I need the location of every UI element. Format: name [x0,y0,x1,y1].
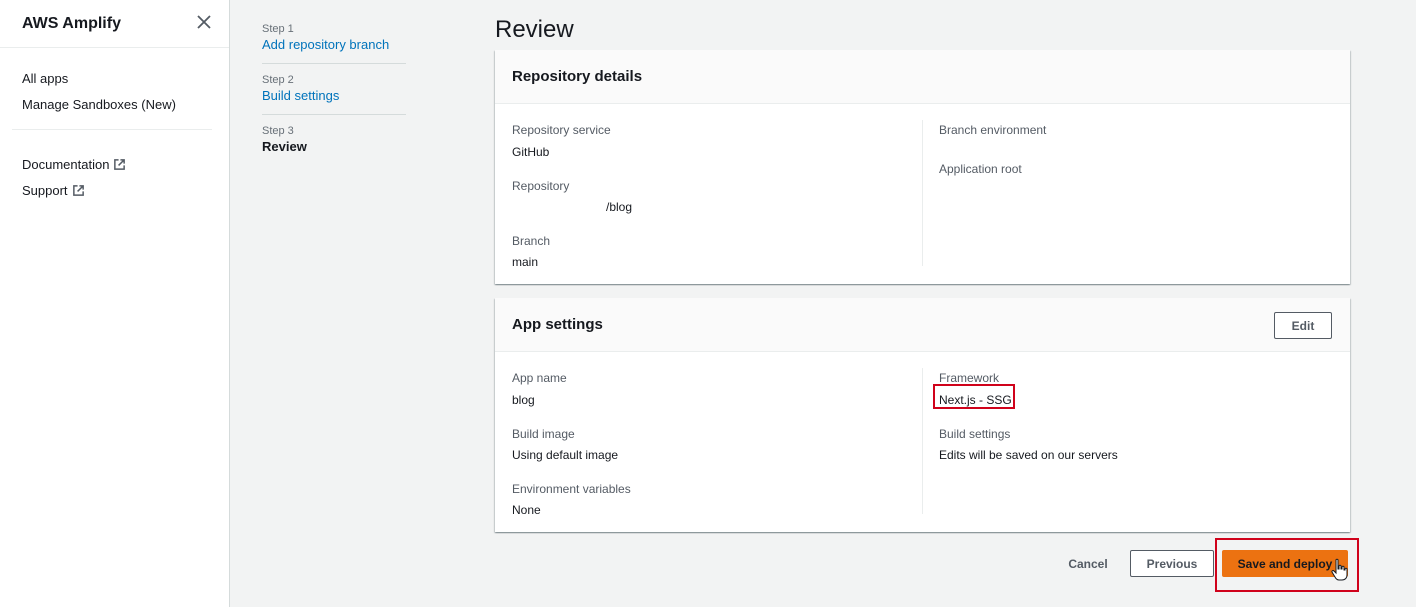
build-image-value: Using default image [512,448,619,462]
sidebar-item-label: Documentation [22,157,110,172]
step-current-review: Review [262,139,307,154]
app-name-value: blog [512,393,535,407]
sidebar-external-nav: Documentation Support [22,152,126,204]
step-link-add-repository-branch[interactable]: Add repository branch [262,36,406,53]
wizard-step-1: Step 1 Add repository branch [262,22,406,64]
wizard-steps: Step 1 Add repository branch Step 2 Buil… [262,22,406,174]
sidebar-item-support[interactable]: Support [22,178,126,204]
step-number: Step 3 [262,125,294,137]
build-settings-label: Build settings [939,427,1011,441]
build-image-label: Build image [512,427,575,441]
wizard-step-2: Step 2 Build settings [262,73,406,115]
step-number: Step 2 [262,74,294,86]
repository-label: Repository [512,179,570,193]
previous-button[interactable]: Previous [1130,550,1214,577]
panel-header: App settings Edit [495,298,1350,352]
sidebar-item-manage-sandboxes[interactable]: Manage Sandboxes (New) [22,92,176,118]
hand-cursor-icon [1331,558,1348,581]
edit-button[interactable]: Edit [1274,312,1332,339]
panel-title: Repository details [512,68,643,85]
framework-label: Framework [939,371,1000,385]
branch-value: main [512,255,539,269]
build-settings-value: Edits will be saved on our servers [939,448,1118,462]
external-link-icon [114,159,126,170]
environment-variables-label: Environment variables [512,482,631,496]
external-link-icon [72,185,84,196]
cancel-button[interactable]: Cancel [1060,550,1116,577]
panel-title: App settings [512,316,603,333]
repository-service-value: GitHub [512,145,550,159]
close-icon[interactable] [194,12,214,32]
sidebar-nav: All apps Manage Sandboxes (New) [22,66,176,118]
step-link-build-settings[interactable]: Build settings [262,87,406,104]
column-divider [922,368,923,514]
environment-variables-value: None [512,503,541,517]
panel-body: App name blog Build image Using default … [495,352,1350,532]
repository-value: /blog [606,200,633,214]
application-root-label: Application root [939,162,1022,176]
app-name-label: App name [512,371,567,385]
sidebar-item-all-apps[interactable]: All apps [22,66,176,92]
panel-header: Repository details [495,50,1350,104]
branch-environment-label: Branch environment [939,123,1047,137]
sidebar-item-documentation[interactable]: Documentation [22,152,126,178]
sidebar: AWS Amplify All apps Manage Sandboxes (N… [0,0,230,607]
wizard-step-3: Step 3 Review [262,124,406,165]
sidebar-title: AWS Amplify [22,14,121,32]
column-divider [922,120,923,266]
sidebar-item-label: Support [22,183,68,198]
sidebar-divider [12,129,212,130]
step-number: Step 1 [262,23,294,35]
repository-service-label: Repository service [512,123,611,137]
panel-body: Repository service GitHub Repository /bl… [495,104,1350,284]
page-title: Review [495,16,574,43]
repository-details-panel: Repository details Repository service Gi… [495,50,1350,284]
framework-highlight-box [933,384,1015,409]
app-settings-panel: App settings Edit App name blog Build im… [495,298,1350,532]
branch-label: Branch [512,234,551,248]
